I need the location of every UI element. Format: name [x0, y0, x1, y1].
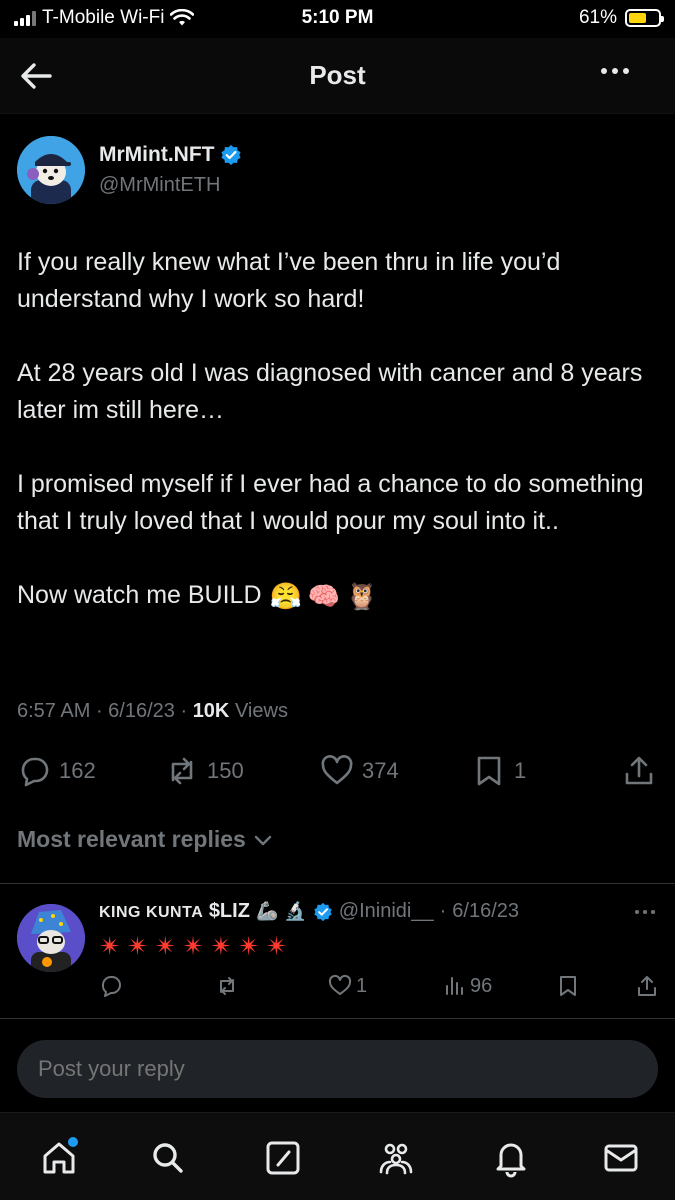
analytics-icon: [446, 977, 463, 995]
reply-like-button[interactable]: 1: [328, 974, 367, 998]
reply-repost-button[interactable]: [215, 974, 239, 998]
reply-reply-button[interactable]: [99, 974, 123, 998]
reply-date: 6/16/23: [452, 900, 519, 922]
nav-notifications[interactable]: [488, 1135, 534, 1181]
author-name[interactable]: MrMint.NFT: [99, 143, 242, 167]
brain-emoji: 🧠: [307, 581, 340, 612]
repost-icon: [220, 977, 234, 995]
flexed-biceps-emoji: 🦾: [255, 901, 279, 921]
sparkle-emoji: ✴: [182, 931, 205, 961]
sparkle-emoji: ✴: [99, 931, 121, 961]
reply-sort-dropdown[interactable]: Most relevant replies: [17, 826, 274, 853]
bookmark-button[interactable]: 1: [472, 754, 526, 788]
status-bar: T-Mobile Wi-Fi 5:10 PM 61%: [0, 0, 675, 38]
bottom-navigation: [0, 1112, 675, 1200]
section-divider: [0, 883, 675, 884]
reply-icon: [101, 976, 121, 997]
reply-avatar-illustration: [17, 904, 85, 972]
reply-icon: [21, 757, 49, 787]
nav-compose[interactable]: [260, 1135, 306, 1181]
clock: 5:10 PM: [301, 7, 374, 28]
nav-home[interactable]: [36, 1135, 82, 1181]
post-text: If you really knew what I’ve been thru i…: [17, 244, 662, 614]
reply-like-count: 1: [356, 974, 368, 997]
repost-button[interactable]: 150: [165, 754, 244, 788]
microscope-emoji: 🔬: [284, 901, 307, 921]
post-emojis: 😤 🧠 🦉: [270, 580, 378, 612]
reply-author-name[interactable]: King Kunta $LIZ: [99, 900, 250, 923]
bookmark-count: 1: [514, 758, 527, 783]
sparkle-emoji: ✴: [210, 931, 232, 961]
post-text-content: If you really knew what I’ve been thru i…: [17, 248, 644, 609]
battery-group: 61%: [578, 7, 664, 29]
share-icon: [638, 976, 656, 996]
nav-search[interactable]: [145, 1135, 191, 1181]
owl-emoji: 🦉: [345, 581, 378, 612]
reply-button[interactable]: 162: [17, 754, 96, 788]
home-notification-dot: [68, 1137, 78, 1147]
notifications-icon: [496, 1143, 526, 1178]
verified-badge-icon: [314, 902, 332, 921]
repost-count: 150: [207, 758, 244, 783]
nav-communities[interactable]: [373, 1135, 419, 1181]
sparkle-emoji: ✴: [154, 931, 177, 961]
reply-action-bar: 1 96: [0, 974, 675, 1004]
reply-avatar[interactable]: [17, 904, 85, 972]
reply-more-button[interactable]: [635, 910, 655, 914]
battery-icon: [625, 9, 664, 27]
reply-share-button[interactable]: [635, 974, 659, 998]
sparkle-emoji: ✴: [265, 931, 288, 961]
post-date: 6/16/23: [108, 700, 175, 722]
views-label: Views: [234, 700, 288, 722]
communities-icon: [379, 1143, 413, 1175]
reply-header: King Kunta $LIZ 🦾 🔬 @Ininidi__ · 6/16/23: [99, 900, 519, 923]
like-count: 374: [362, 758, 399, 783]
heart-icon: [321, 755, 353, 785]
reply-views-count: 96: [470, 974, 493, 997]
sparkle-emoji: ✴: [237, 931, 260, 961]
post-time: 6:57 AM: [17, 700, 91, 722]
like-button[interactable]: 374: [320, 754, 399, 788]
author-avatar[interactable]: [17, 136, 85, 204]
reply-sort-label: Most relevant replies: [17, 826, 246, 852]
more-horizontal-icon: [635, 910, 639, 914]
arrow-left-icon: [21, 63, 52, 89]
reply-text: ✴ ✴ ✴ ✴ ✴ ✴ ✴: [99, 930, 288, 962]
page-title: Post: [309, 60, 366, 90]
bookmark-icon: [560, 976, 576, 996]
more-options-button[interactable]: [601, 68, 629, 74]
compose-icon: [266, 1141, 300, 1175]
reply-bookmark-button[interactable]: [556, 974, 580, 998]
more-horizontal-icon: [601, 68, 607, 74]
share-button[interactable]: [622, 754, 656, 788]
reply-divider: [0, 1018, 675, 1019]
face-with-steam-emoji: 😤: [269, 581, 302, 612]
reply-input[interactable]: [17, 1040, 658, 1098]
post-meta: 6:57 AM · 6/16/23 · 10K Views: [17, 700, 288, 722]
search-icon: [153, 1143, 183, 1173]
author-handle[interactable]: @MrMintETH: [99, 174, 220, 197]
battery-percent: 61%: [578, 7, 617, 28]
back-button[interactable]: [18, 58, 58, 94]
heart-icon: [328, 974, 352, 995]
repost-icon: [171, 757, 193, 785]
reply-handle[interactable]: @Ininidi__: [339, 900, 434, 923]
reply-date-separator: ·: [439, 900, 447, 922]
views-count: 10K: [192, 700, 230, 722]
reply-count: 162: [59, 758, 96, 783]
bookmark-icon: [477, 756, 501, 786]
chevron-down-icon: [254, 835, 272, 845]
avatar-illustration: [17, 136, 85, 204]
sparkle-emoji: ✴: [126, 931, 149, 961]
reply-views-button[interactable]: 96: [442, 974, 492, 998]
post-action-bar: 162 150 374 1: [0, 748, 675, 798]
messages-icon: [604, 1144, 638, 1172]
share-icon: [625, 756, 653, 785]
nav-messages[interactable]: [598, 1135, 644, 1181]
verified-badge-icon: [221, 145, 242, 165]
top-header: Post: [0, 38, 675, 114]
